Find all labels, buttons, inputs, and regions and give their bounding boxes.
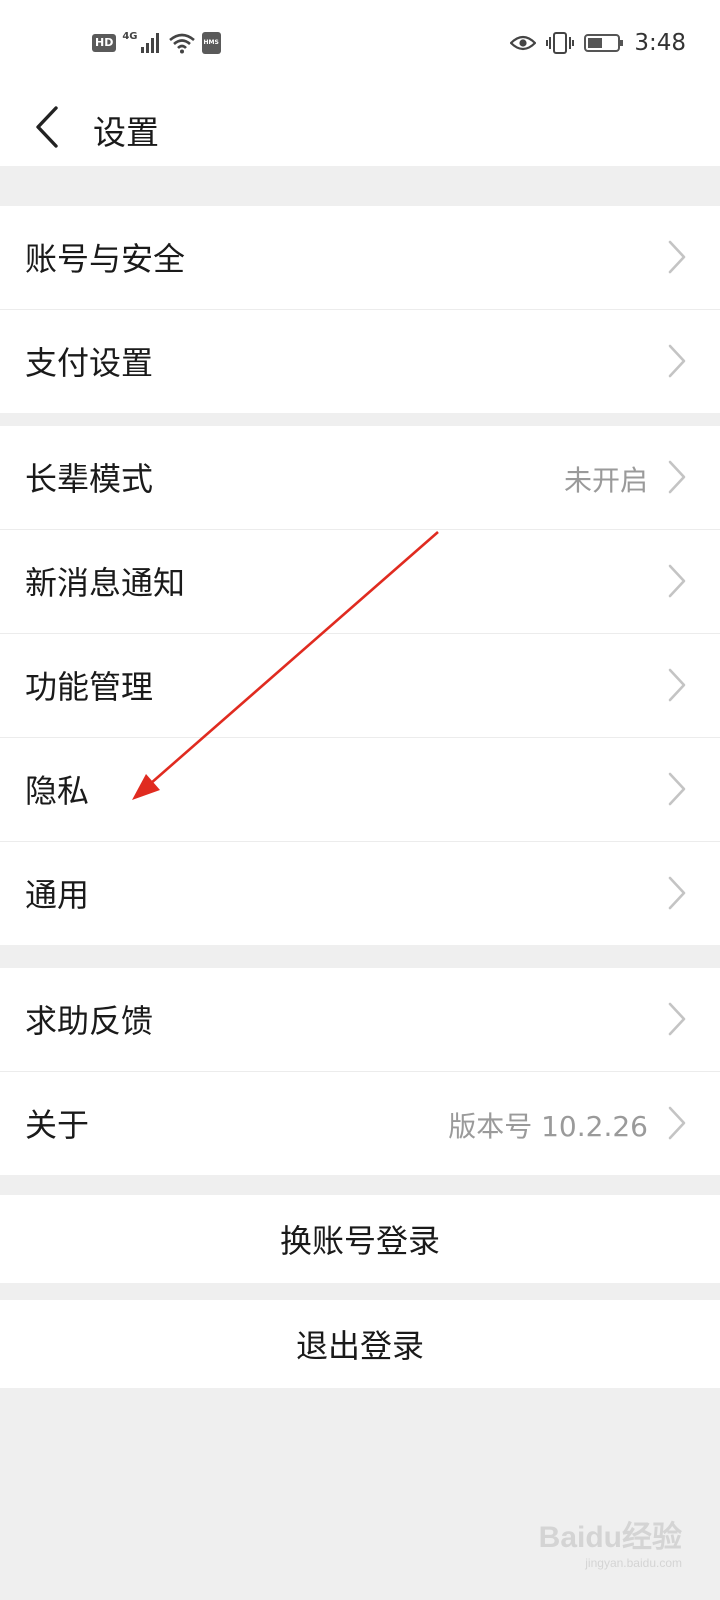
nav-header: 设置 — [0, 88, 720, 166]
logout-button[interactable]: 退出登录 — [0, 1300, 720, 1388]
battery-icon — [584, 34, 624, 52]
back-button[interactable] — [28, 102, 68, 152]
row-value: 未开启 — [563, 464, 648, 497]
eye-icon — [510, 35, 537, 51]
chevron-left-icon — [36, 106, 58, 148]
row-label: 功能管理 — [25, 668, 154, 706]
row-label: 长辈模式 — [25, 460, 154, 498]
row-general[interactable]: 通用 — [0, 842, 720, 945]
row-label: 隐私 — [25, 772, 90, 810]
row-account-security[interactable]: 账号与安全 — [0, 206, 720, 310]
row-label: 通用 — [25, 876, 90, 914]
clock: 3:48 — [634, 30, 686, 56]
page-title: 设置 — [93, 113, 159, 152]
watermark: Baidu经验 jingyan.baidu.com — [539, 1512, 682, 1570]
network-type: 4G — [122, 30, 138, 42]
watermark-url: jingyan.baidu.com — [585, 1556, 682, 1570]
chevron-right-icon — [668, 344, 686, 378]
hd-badge: HD — [92, 34, 117, 52]
row-label: 新消息通知 — [25, 564, 186, 602]
vibrate-icon — [546, 32, 575, 54]
settings-group-general: 长辈模式 未开启 新消息通知 功能管理 隐私 通用 — [0, 426, 720, 945]
row-elder-mode[interactable]: 长辈模式 未开启 — [0, 426, 720, 530]
watermark-brand: Baidu经验 — [538, 1521, 682, 1554]
switch-account-button[interactable]: 换账号登录 — [0, 1195, 720, 1283]
chevron-right-icon — [668, 772, 686, 806]
row-label: 支付设置 — [25, 344, 154, 382]
wifi-icon — [168, 33, 195, 54]
row-feature-management[interactable]: 功能管理 — [0, 634, 720, 738]
chevron-right-icon — [668, 1002, 686, 1036]
chevron-right-icon — [668, 1106, 686, 1140]
chevron-right-icon — [668, 668, 686, 702]
logout-label: 退出登录 — [295, 1327, 424, 1365]
version-value: 版本号 10.2.26 — [448, 1110, 648, 1143]
chevron-right-icon — [668, 240, 686, 274]
status-left: HD 4G HMS — [92, 30, 221, 56]
row-label: 关于 — [25, 1106, 90, 1144]
chevron-right-icon — [668, 876, 686, 910]
switch-account-label: 换账号登录 — [279, 1222, 440, 1260]
row-privacy[interactable]: 隐私 — [0, 738, 720, 842]
row-about[interactable]: 关于 版本号 10.2.26 — [0, 1072, 720, 1175]
row-help-feedback[interactable]: 求助反馈 — [0, 968, 720, 1072]
row-label: 账号与安全 — [25, 240, 186, 278]
status-right: 3:48 — [510, 28, 686, 58]
row-new-message-notification[interactable]: 新消息通知 — [0, 530, 720, 634]
row-label: 求助反馈 — [25, 1002, 154, 1040]
signal-icon — [140, 33, 159, 53]
hms-badge: HMS — [201, 32, 221, 54]
row-payment-settings[interactable]: 支付设置 — [0, 310, 720, 413]
settings-group-account: 账号与安全 支付设置 — [0, 206, 720, 413]
chevron-right-icon — [668, 564, 686, 598]
status-bar: HD 4G HMS 3:48 — [0, 0, 720, 88]
chevron-right-icon — [668, 460, 686, 494]
settings-group-help: 求助反馈 关于 版本号 10.2.26 — [0, 968, 720, 1175]
